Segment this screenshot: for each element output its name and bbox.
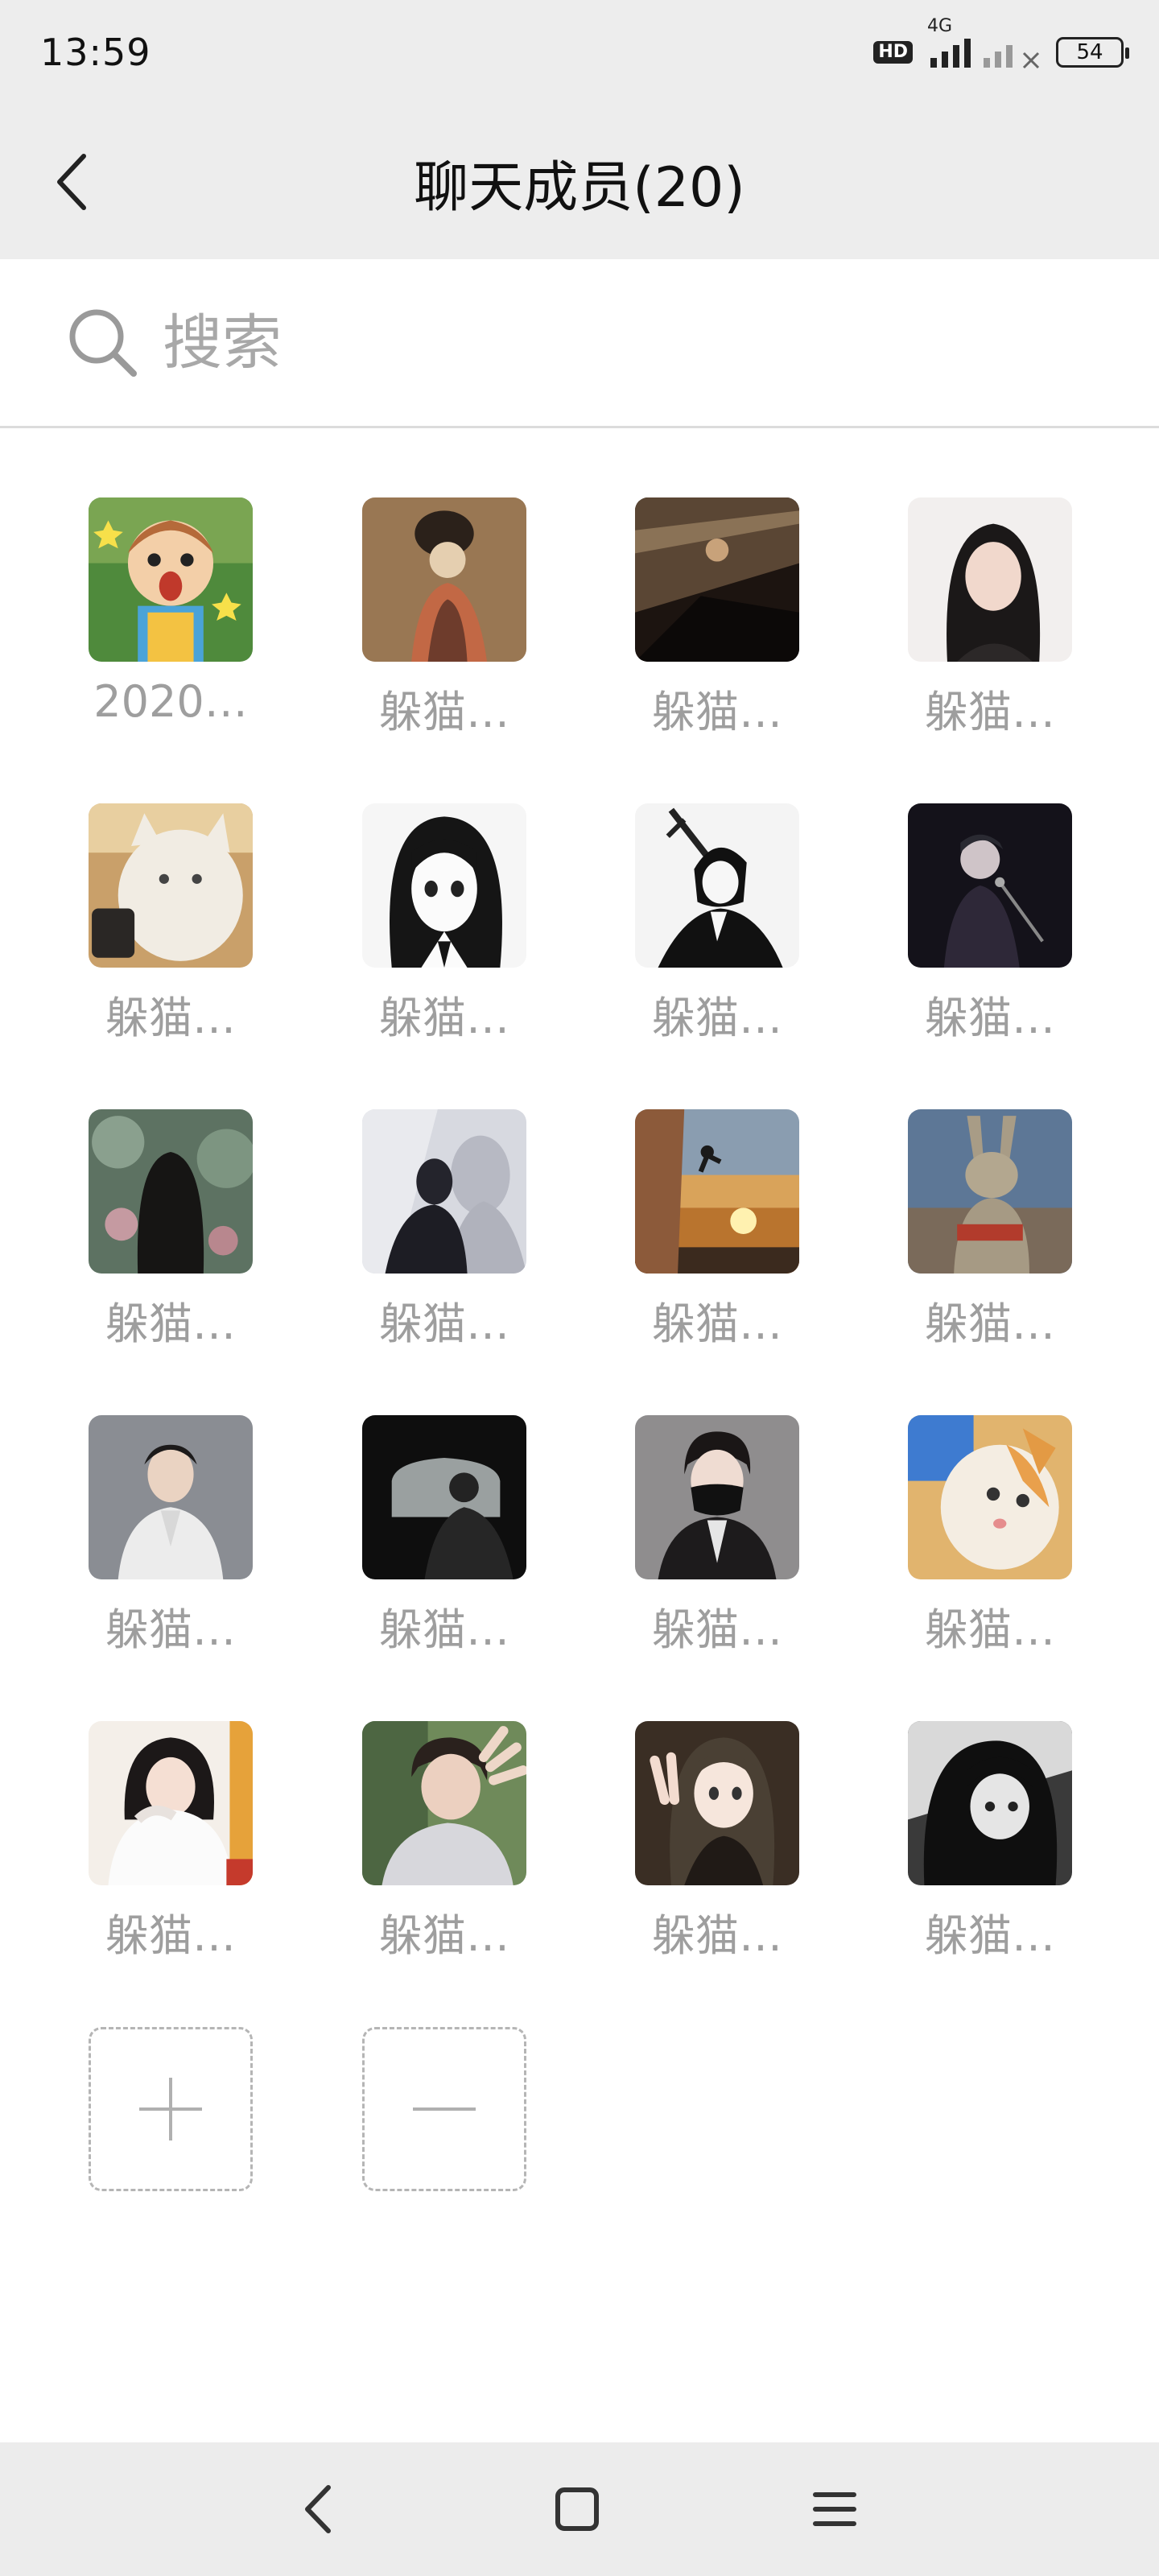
member-avatar-girl-garden[interactable] xyxy=(89,1109,253,1274)
system-back-button[interactable] xyxy=(282,2473,354,2545)
signal-group: 4G xyxy=(927,16,1041,71)
back-triangle-icon xyxy=(305,2485,331,2533)
member-avatar-masked-boy[interactable] xyxy=(635,1415,799,1579)
member-avatar-woman-white-sweater[interactable] xyxy=(89,1721,253,1885)
member-name: 躲猫… xyxy=(925,1604,1055,1655)
member-name: 躲猫… xyxy=(105,1910,236,1961)
system-menu-button[interactable] xyxy=(798,2473,871,2545)
plus-icon xyxy=(139,2078,202,2140)
member-avatar-sunset-climber[interactable] xyxy=(635,1109,799,1274)
top-nav-bar: 聊天成员(20) xyxy=(0,105,1159,259)
member-avatar-man-white-suit[interactable] xyxy=(89,1415,253,1579)
member-avatar-girl-portrait[interactable] xyxy=(908,497,1072,662)
remove-member-button[interactable] xyxy=(362,2027,526,2191)
battery-level: 54 xyxy=(1076,40,1103,64)
member-avatar-painting-lady[interactable] xyxy=(362,497,526,662)
member-name: 躲猫… xyxy=(105,1298,236,1349)
member-name: 躲猫… xyxy=(925,993,1055,1043)
menu-icon xyxy=(813,2492,856,2526)
member-name: 躲猫… xyxy=(925,687,1055,737)
member-name: 躲猫… xyxy=(379,1604,509,1655)
signal-strength-icon xyxy=(930,39,1013,68)
member-name: 躲猫… xyxy=(652,1298,782,1349)
member-avatar-rabbit-costume[interactable] xyxy=(908,1109,1072,1274)
member-name: 躲猫… xyxy=(652,1910,782,1961)
minus-icon xyxy=(413,2107,476,2111)
member-avatar-stage-singer[interactable] xyxy=(908,803,1072,968)
member-name: 躲猫… xyxy=(925,1298,1055,1349)
member-avatar-boy-hand[interactable] xyxy=(362,1721,526,1885)
member-name: 躲猫… xyxy=(652,687,782,737)
member-name: 躲猫… xyxy=(652,1604,782,1655)
home-square-icon xyxy=(555,2487,599,2531)
back-arrow-icon xyxy=(57,154,86,210)
member-avatar-car-window[interactable] xyxy=(362,1415,526,1579)
member-avatar-girl-peace-sign[interactable] xyxy=(635,1721,799,1885)
member-name: 躲猫… xyxy=(105,993,236,1043)
member-name: 躲猫… xyxy=(652,993,782,1043)
battery-icon: 54 xyxy=(1056,37,1129,68)
back-button[interactable] xyxy=(32,142,113,222)
member-avatar-silhouette-shadow[interactable] xyxy=(362,1109,526,1274)
member-name: 2020… xyxy=(93,676,248,727)
member-avatar-cat-closeup[interactable] xyxy=(908,1415,1072,1579)
add-member-button[interactable] xyxy=(89,2027,253,2191)
search-icon xyxy=(69,309,137,377)
search-input[interactable] xyxy=(161,307,1046,378)
member-avatar-white-cat[interactable] xyxy=(89,803,253,968)
member-avatar-manga-swordsman[interactable] xyxy=(635,803,799,968)
member-name: 躲猫… xyxy=(105,1604,236,1655)
member-name: 躲猫… xyxy=(379,993,509,1043)
member-name: 躲猫… xyxy=(379,687,509,737)
member-name: 躲猫… xyxy=(925,1910,1055,1961)
network-type-label: 4G xyxy=(927,16,953,36)
status-icons: HD 4G 54 xyxy=(873,16,1129,71)
system-navigation-bar xyxy=(0,2442,1159,2576)
status-time: 13:59 xyxy=(40,31,151,74)
member-avatar-cartoon-boy[interactable] xyxy=(89,497,253,662)
member-avatar-manga-girl[interactable] xyxy=(362,803,526,968)
member-avatar-anime-dark-hair[interactable] xyxy=(908,1721,1072,1885)
member-name: 躲猫… xyxy=(379,1298,509,1349)
member-name: 躲猫… xyxy=(379,1910,509,1961)
system-home-button[interactable] xyxy=(541,2473,613,2545)
member-avatar-dark-scene[interactable] xyxy=(635,497,799,662)
no-signal-x-icon xyxy=(1022,52,1040,69)
page-title: 聊天成员(20) xyxy=(414,155,745,220)
status-bar: 13:59 HD 4G 54 xyxy=(0,0,1159,105)
search-bar[interactable] xyxy=(0,259,1159,428)
hd-badge: HD xyxy=(873,41,913,64)
